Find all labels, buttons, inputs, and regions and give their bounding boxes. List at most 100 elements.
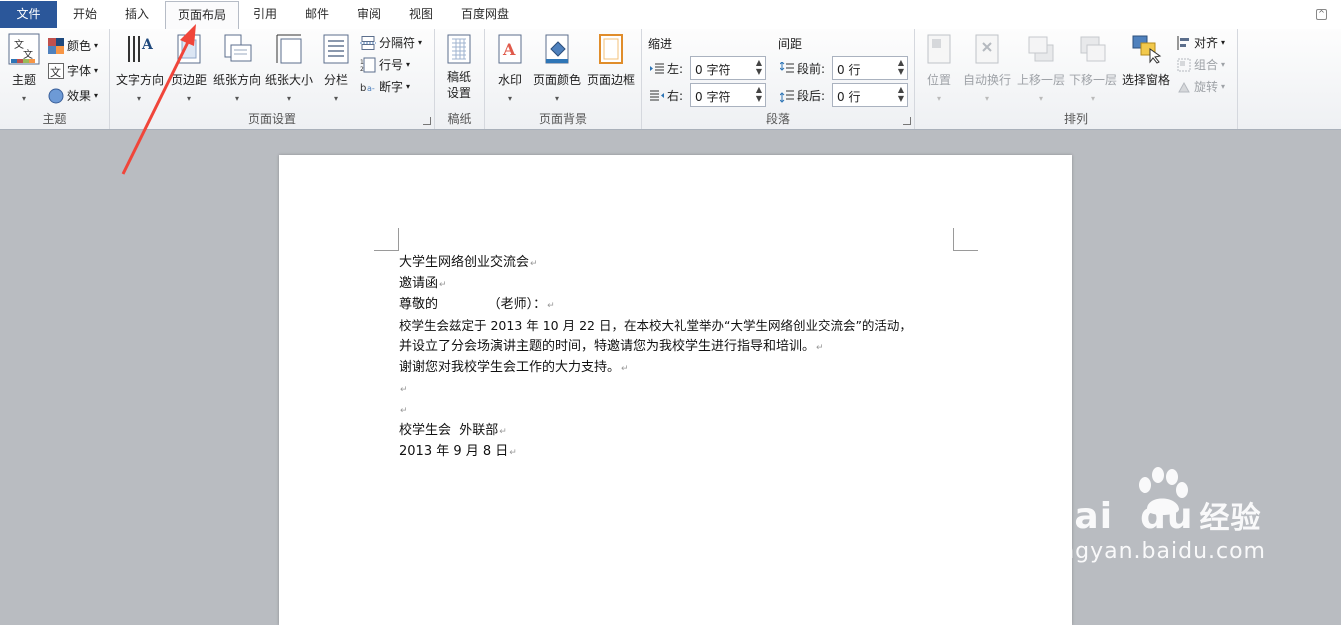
- chevron-down-icon: ▾: [554, 94, 559, 103]
- margins-icon: [173, 33, 205, 65]
- group-objects-icon: [1177, 58, 1191, 71]
- line-numbers-icon: 12: [360, 57, 376, 73]
- group-objects-label: 组合: [1194, 58, 1219, 72]
- indent-left-label: 左:: [667, 62, 684, 76]
- group-arrange: 位置 ▾ 自动换行 ▾ 上移一层 ▾ 下移一层 ▾ 选择窗格 对齐▾ 组合▾: [915, 29, 1238, 129]
- tab-insert[interactable]: 插入: [112, 0, 162, 29]
- group-objects-button[interactable]: 组合 ▾: [1177, 56, 1225, 73]
- watermark-button[interactable]: A 水印 ▾: [493, 33, 527, 103]
- tab-view[interactable]: 视图: [396, 0, 446, 29]
- size-button[interactable]: 纸张大小 ▾: [264, 33, 314, 103]
- chevron-down-icon: ▾: [136, 94, 141, 103]
- doc-line-4: 校学生会兹定于 2013 年 10 月 22 日，在本校大礼堂举办“大学生网络创…: [399, 318, 912, 333]
- spinner-icon[interactable]: ▲ ▼: [756, 85, 762, 103]
- ribbon: 文文 主题 ▾ 颜色 ▾ 文 字体 ▾ 效果 ▾ 主题 A 文字方向 ▾ 页边距 ▾: [0, 29, 1341, 130]
- selection-pane-button[interactable]: 选择窗格: [1121, 33, 1171, 88]
- align-icon: [1177, 35, 1189, 50]
- bring-forward-label: 上移一层: [1016, 73, 1065, 87]
- theme-label: 主题: [11, 73, 36, 87]
- align-button[interactable]: 对齐 ▾: [1177, 34, 1225, 51]
- theme-icon: 文文: [8, 33, 40, 65]
- position-button[interactable]: 位置 ▾: [921, 33, 957, 103]
- theme-effects-label: 效果: [67, 89, 92, 103]
- text-direction-label: 文字方向: [116, 73, 165, 87]
- ribbon-tab-bar: 文件 开始 插入 页面布局 引用 邮件 审阅 视图 百度网盘 ^: [0, 0, 1341, 31]
- spacing-before-field[interactable]: 0 行 ▲ ▼: [832, 56, 908, 80]
- wrap-text-button[interactable]: 自动换行 ▾: [961, 33, 1013, 103]
- columns-button[interactable]: 分栏 ▾: [318, 33, 354, 103]
- align-label: 对齐: [1194, 36, 1219, 50]
- manuscript-grid-icon: [443, 33, 475, 65]
- indent-title: 缩进: [648, 37, 673, 51]
- indent-left-icon: [650, 63, 664, 73]
- group-page-setup-label: 页面设置: [247, 112, 296, 126]
- tab-mailings[interactable]: 邮件: [292, 0, 342, 29]
- bring-forward-icon: [1025, 33, 1057, 65]
- chevron-down-icon: ▾: [21, 94, 26, 103]
- theme-effects-button[interactable]: 效果 ▾: [48, 87, 98, 104]
- tab-references[interactable]: 引用: [240, 0, 290, 29]
- size-label: 纸张大小: [264, 73, 313, 87]
- spacing-after-field[interactable]: 0 行 ▲ ▼: [832, 83, 908, 107]
- paragraph-dialog-launcher[interactable]: [903, 117, 911, 125]
- theme-colors-label: 颜色: [67, 39, 92, 53]
- page-borders-button[interactable]: 页面边框: [585, 33, 637, 88]
- hyphenation-label: 断字: [379, 80, 404, 94]
- chevron-down-icon: ▾: [507, 94, 512, 103]
- tab-review[interactable]: 审阅: [344, 0, 394, 29]
- tab-file[interactable]: 文件: [0, 1, 57, 28]
- group-page-background: A 水印 ▾ 页面颜色 ▾ 页面边框 页面背景: [485, 29, 642, 129]
- document-page[interactable]: 大学生网络创业交流会↵ 邀请函↵ 尊敬的 （老师）：↵ 校学生会兹定于 2013…: [279, 155, 1072, 625]
- doc-line-10: 2013 年 9 月 8 日↵: [399, 444, 517, 459]
- margins-button[interactable]: 页边距 ▾: [168, 33, 210, 103]
- paper-size-icon: [273, 33, 305, 65]
- orientation-button[interactable]: 纸张方向 ▾: [212, 33, 262, 103]
- theme-fonts-button[interactable]: 文 字体 ▾: [48, 62, 98, 79]
- spinner-icon[interactable]: ▲ ▼: [898, 58, 904, 76]
- tab-baidu-netdisk[interactable]: 百度网盘: [448, 0, 522, 29]
- spinner-icon[interactable]: ▲ ▼: [756, 58, 762, 76]
- theme-colors-button[interactable]: 颜色 ▾: [48, 37, 98, 54]
- tab-home[interactable]: 开始: [60, 0, 110, 29]
- page-color-button[interactable]: 页面颜色 ▾: [531, 33, 583, 103]
- line-numbers-button[interactable]: 12 行号 ▾: [360, 56, 410, 73]
- chevron-down-icon: ▾: [1090, 94, 1095, 103]
- group-arrange-label: 排列: [1063, 112, 1088, 126]
- watermark-icon: A: [494, 33, 526, 65]
- spacing-before-label-wrap: 段前:: [780, 60, 825, 77]
- position-icon: [923, 33, 955, 65]
- bring-forward-button[interactable]: 上移一层 ▾: [1015, 33, 1067, 103]
- hyphenation-button[interactable]: b a- 断字 ▾: [360, 78, 410, 95]
- text-direction-icon: A: [123, 33, 155, 65]
- columns-label: 分栏: [323, 73, 348, 87]
- orientation-icon: [221, 33, 253, 65]
- minimize-ribbon-icon[interactable]: ^: [1316, 9, 1327, 20]
- rotate-button[interactable]: 旋转 ▾: [1177, 78, 1225, 95]
- indent-right-value: 0 字符: [695, 90, 731, 104]
- breaks-button[interactable]: 分隔符 ▾: [360, 34, 422, 51]
- group-page-setup: A 文字方向 ▾ 页边距 ▾ 纸张方向 ▾ 纸张大小 ▾ 分栏 ▾ 分隔符▾: [110, 29, 435, 129]
- doc-line-3: 尊敬的 （老师）：↵: [399, 297, 555, 312]
- indent-left-field[interactable]: 0 字符 ▲ ▼: [690, 56, 766, 80]
- theme-button[interactable]: 文文 主题 ▾: [6, 33, 42, 103]
- chevron-down-icon: ▾: [234, 94, 239, 103]
- send-backward-button[interactable]: 下移一层 ▾: [1067, 33, 1119, 103]
- theme-fonts-label: 字体: [67, 64, 92, 78]
- svg-text:a-: a-: [367, 84, 375, 93]
- chevron-down-icon: ▾: [984, 94, 989, 103]
- page-setup-dialog-launcher[interactable]: [423, 117, 431, 125]
- doc-line-6: 谢谢您对我校学生会工作的大力支持。↵: [399, 360, 629, 375]
- page-color-icon: [541, 33, 573, 65]
- manuscript-settings-button[interactable]: 稿纸 设置: [441, 33, 477, 101]
- baidu-jingyan-watermark: Bai du 经验 jingyan.baidu.com: [1046, 465, 1266, 564]
- chevron-down-icon: ▾: [936, 94, 941, 103]
- tab-page-layout[interactable]: 页面布局: [165, 1, 239, 31]
- indent-right-field[interactable]: 0 字符 ▲ ▼: [690, 83, 766, 107]
- wrap-text-icon: [971, 33, 1003, 65]
- spinner-icon[interactable]: ▲ ▼: [898, 85, 904, 103]
- text-direction-button[interactable]: A 文字方向 ▾: [116, 33, 165, 103]
- page-borders-icon: [595, 33, 627, 65]
- breaks-label: 分隔符: [379, 36, 416, 50]
- spacing-after-value: 0 行: [837, 90, 861, 104]
- indent-left-label-wrap: 左:: [650, 60, 683, 77]
